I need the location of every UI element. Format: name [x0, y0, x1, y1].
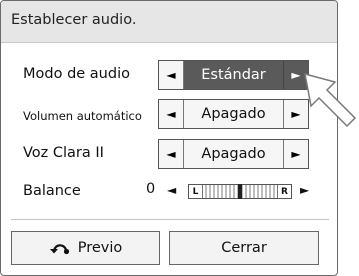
auto-volume-row: Volumen automático ◄ Apagado ► [1, 99, 337, 129]
audio-mode-value: Estándar [184, 61, 283, 89]
balance-row: Balance 0 ◄ L R ► [1, 177, 337, 207]
auto-volume-label: Volumen automático [23, 109, 142, 123]
clear-voice-label: Voz Clara II [23, 145, 104, 161]
balance-value: 0 [146, 181, 156, 197]
clear-voice-right-arrow[interactable]: ► [283, 140, 308, 168]
clear-voice-selector[interactable]: ◄ Apagado ► [158, 139, 309, 169]
balance-right-arrow[interactable]: ► [300, 183, 309, 197]
dialog-titlebar: Establecer audio. [1, 1, 337, 43]
back-arrow-icon [49, 241, 71, 255]
auto-volume-left-arrow[interactable]: ◄ [159, 100, 184, 128]
audio-mode-row: Modo de audio ◄ Estándar ► [1, 60, 337, 90]
auto-volume-selector[interactable]: ◄ Apagado ► [158, 99, 309, 129]
mouse-pointer-icon [303, 72, 359, 136]
clear-voice-value: Apagado [184, 140, 283, 168]
auto-volume-value: Apagado [184, 100, 283, 128]
previous-button[interactable]: Previo [11, 231, 160, 265]
balance-label: Balance [23, 183, 81, 199]
dialog-title: Establecer audio. [11, 12, 137, 28]
balance-left-arrow[interactable]: ◄ [167, 183, 176, 197]
balance-right-label: R [277, 185, 291, 198]
audio-settings-dialog: Establecer audio. Modo de audio ◄ Estánd… [0, 0, 338, 276]
close-button[interactable]: Cerrar [169, 231, 319, 265]
clear-voice-row: Voz Clara II ◄ Apagado ► [1, 139, 337, 169]
close-button-label: Cerrar [221, 240, 267, 256]
balance-slider-handle[interactable] [238, 184, 242, 199]
audio-mode-left-arrow[interactable]: ◄ [159, 61, 184, 89]
clear-voice-left-arrow[interactable]: ◄ [159, 140, 184, 168]
audio-mode-selector[interactable]: ◄ Estándar ► [158, 60, 309, 90]
dialog-divider [11, 219, 329, 220]
previous-button-label: Previo [77, 240, 123, 256]
balance-slider[interactable]: L R [188, 184, 292, 199]
balance-left-label: L [189, 185, 203, 198]
audio-mode-label: Modo de audio [23, 66, 130, 82]
